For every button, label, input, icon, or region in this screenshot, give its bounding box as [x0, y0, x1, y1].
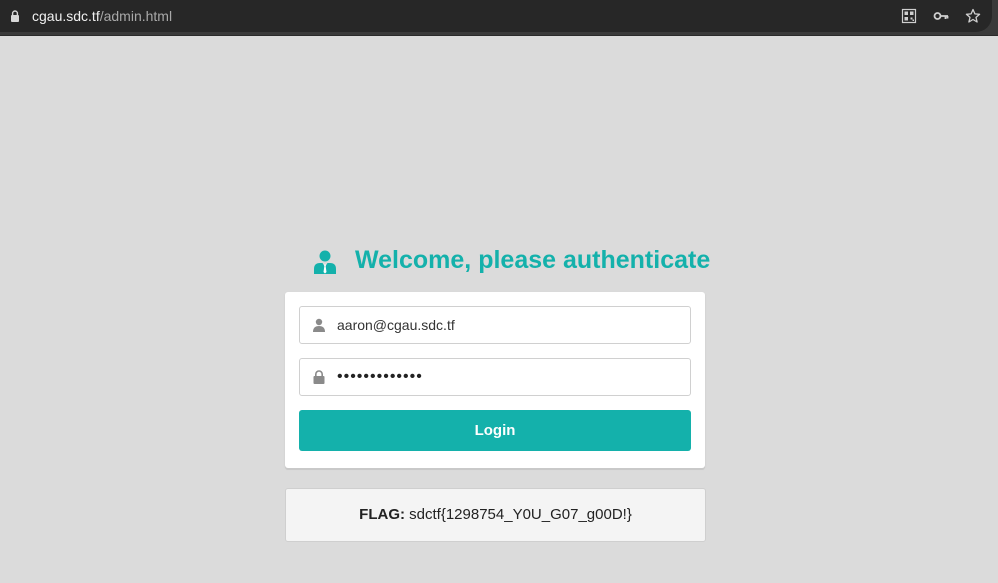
flag-label: FLAG: — [359, 506, 405, 523]
password-input[interactable] — [337, 359, 677, 395]
url-path: /admin.html — [99, 8, 173, 24]
password-field[interactable] — [299, 358, 691, 396]
flag-box: FLAG: sdctf{1298754_Y0U_G07_g00D!} — [285, 488, 706, 542]
auth-header: Welcome, please authenticate — [0, 245, 998, 279]
user-tie-icon — [314, 250, 336, 274]
email-field[interactable] — [299, 306, 691, 344]
lock-icon[interactable] — [10, 10, 20, 22]
login-button[interactable]: Login — [299, 410, 691, 451]
url-host: cgau.sdc.tf — [32, 8, 100, 24]
user-icon — [313, 318, 325, 332]
login-form: Login — [285, 292, 705, 468]
address-bar[interactable]: cgau.sdc.tf/admin.html — [0, 0, 992, 32]
url-text[interactable]: cgau.sdc.tf/admin.html — [32, 7, 172, 25]
email-input[interactable] — [337, 307, 677, 343]
browser-toolbar: cgau.sdc.tf/admin.html — [0, 0, 998, 36]
lock-icon — [313, 370, 325, 384]
page-title: Welcome, please authenticate — [355, 246, 711, 274]
flag-value: sdctf{1298754_Y0U_G07_g00D!} — [409, 506, 632, 523]
key-icon[interactable] — [933, 8, 949, 24]
star-icon[interactable] — [965, 8, 981, 24]
qr-code-icon[interactable] — [901, 8, 917, 24]
